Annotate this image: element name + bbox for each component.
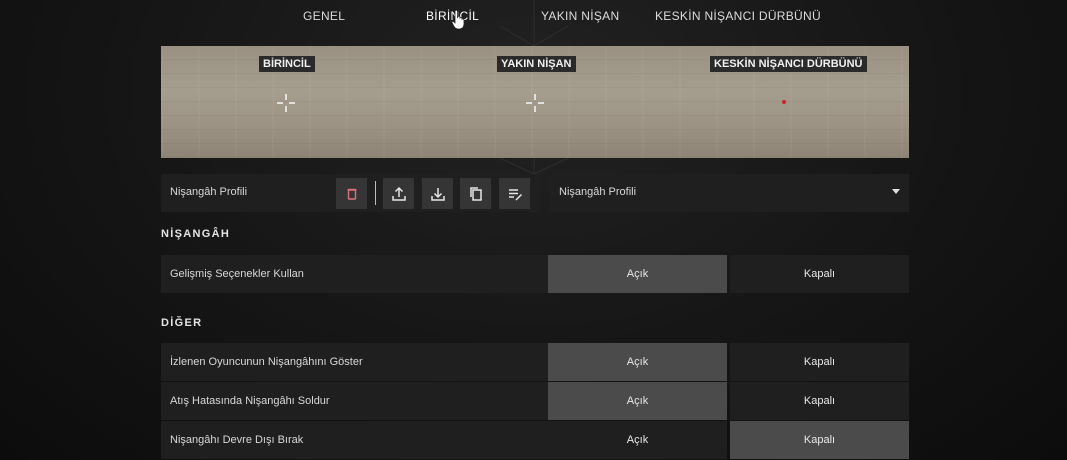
export-profile-button[interactable] [383,178,414,209]
import-profile-button[interactable] [422,178,453,209]
mouse-pointer-icon [451,10,465,30]
copy-profile-button[interactable] [460,178,491,209]
tab-sniper-scope[interactable]: KESKİN NİŞANCI DÜRBÜNÜ [655,9,821,23]
option-on-button[interactable]: Açık [548,421,727,459]
setting-row-advanced-options: Gelişmiş Seçenekler Kullan Açık Kapalı [161,255,909,293]
setting-row-fade-on-firing-error: Atış Hatasında Nişangâhı Soldur Açık Kap… [161,382,909,420]
crosshair-preview: BİRİNCİL YAKIN NİŞAN KESKİN NİŞANCI DÜRB… [161,46,909,158]
top-tab-bar: GENEL BİRİNCİL YAKIN NİŞAN KESKİN NİŞANC… [0,0,1067,34]
option-off-button[interactable]: Kapalı [730,421,909,459]
setting-label: Nişangâhı Devre Dışı Bırak [161,421,548,459]
profile-label: Nişangâh Profili [170,186,248,198]
profile-dropdown[interactable]: Nişangâh Profili [549,174,909,212]
profile-dropdown-value: Nişangâh Profili [559,186,637,198]
option-on-button[interactable]: Açık [548,343,727,381]
preview-label-close-aim: YAKIN NİŞAN [497,56,576,72]
option-off-button[interactable]: Kapalı [730,255,909,293]
upload-icon [391,186,406,201]
setting-label: Atış Hatasında Nişangâhı Soldur [161,382,548,420]
crosshair-profile-bar: Nişangâh Profili [161,174,540,212]
section-title-other: DİĞER [161,317,203,329]
close-aim-crosshair-icon [526,94,544,112]
option-on-button[interactable]: Açık [548,255,727,293]
preview-label-sniper: KESKİN NİŞANCI DÜRBÜNÜ [710,56,867,72]
edit-list-icon [508,188,522,201]
option-on-button[interactable]: Açık [548,382,727,420]
sniper-dot-icon [782,100,786,104]
setting-label: Gelişmiş Seçenekler Kullan [161,255,548,293]
download-icon [430,187,445,201]
edit-profile-button[interactable] [499,178,530,209]
option-off-button[interactable]: Kapalı [730,382,909,420]
primary-crosshair-icon [277,94,295,112]
option-off-button[interactable]: Kapalı [730,343,909,381]
copy-icon [469,186,482,201]
setting-row-show-spectated-crosshair: İzlenen Oyuncunun Nişangâhını Göster Açı… [161,343,909,381]
chevron-down-icon [892,189,900,194]
section-title-crosshair: NİŞANGÂH [161,228,231,240]
tab-close-aim[interactable]: YAKIN NİŞAN [541,9,619,23]
preview-label-primary: BİRİNCİL [259,56,315,72]
toolbar-divider [375,181,376,205]
setting-row-disable-crosshair: Nişangâhı Devre Dışı Bırak Açık Kapalı [161,421,909,459]
trash-icon [347,188,356,200]
setting-label: İzlenen Oyuncunun Nişangâhını Göster [161,343,548,381]
tab-general[interactable]: GENEL [303,9,345,23]
delete-profile-button[interactable] [336,178,367,209]
